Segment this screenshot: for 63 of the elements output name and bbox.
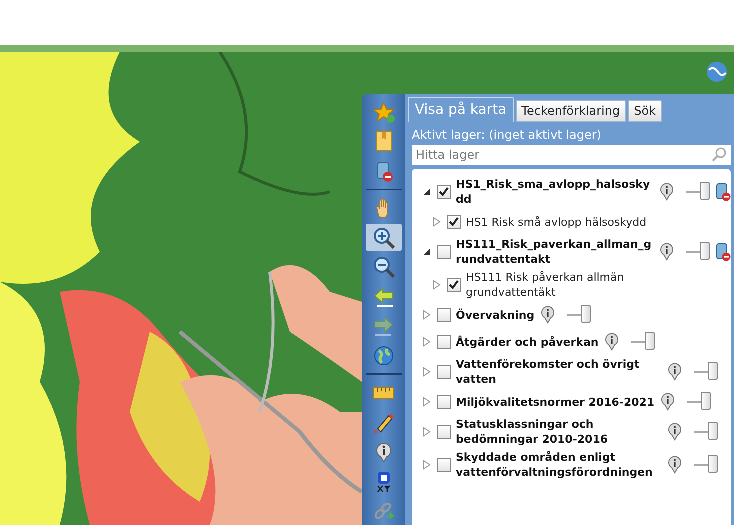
opacity-slider[interactable] [694, 455, 718, 475]
layer-checkbox[interactable] [437, 395, 451, 409]
layer-checkbox[interactable] [447, 278, 461, 292]
layer-name: HS111_Risk_paverkan_allman_grundvattentakt [456, 237, 653, 267]
layer-name: Åtgärder och påverkan [456, 334, 599, 350]
opacity-slider[interactable] [694, 422, 718, 442]
expand-triangle-icon[interactable] [422, 367, 432, 377]
expand-triangle-icon[interactable] [432, 280, 442, 290]
expand-triangle-icon[interactable] [422, 397, 432, 407]
info-icon[interactable] [659, 183, 675, 201]
opacity-slider[interactable] [686, 182, 710, 202]
slider-thumb[interactable] [700, 392, 711, 410]
slider-thumb[interactable] [708, 362, 718, 380]
expand-triangle-icon[interactable] [422, 337, 432, 347]
layer-checkbox[interactable] [437, 365, 451, 379]
zoom-in-icon[interactable] [366, 224, 402, 252]
layer-checkbox[interactable] [437, 458, 451, 472]
search-field[interactable]: Hitta lager [412, 145, 731, 165]
slider-thumb[interactable] [708, 422, 718, 440]
layer-name: Skyddade områden enligt vattenförvaltningsförordningen [456, 450, 654, 480]
layer-name: Statusklassningar och bedömningar 2010-2016 [456, 417, 610, 447]
slider-thumb[interactable] [708, 455, 718, 473]
slider-thumb[interactable] [644, 332, 655, 350]
opacity-slider[interactable] [686, 242, 710, 262]
info-icon[interactable] [660, 393, 676, 411]
active-layer-label: Aktivt lager: (inget aktivt lager) [412, 128, 602, 142]
layer-checkbox[interactable] [447, 215, 461, 229]
opacity-slider[interactable] [686, 392, 711, 412]
layer-name: Miljökvalitetsnormer 2016-2021 [456, 394, 655, 410]
remove-layer-icon[interactable] [715, 242, 731, 262]
collapse-triangle-icon[interactable] [422, 247, 432, 257]
search-icon[interactable] [711, 147, 727, 163]
collapse-triangle-icon[interactable] [422, 187, 432, 197]
layer-checkbox[interactable] [437, 425, 451, 439]
layer-name: Övervakning [456, 308, 535, 322]
opacity-slider[interactable] [566, 305, 591, 325]
layer-name: HS1_Risk_sma_avlopp_halsoskydd [456, 177, 652, 207]
tab[interactable]: Teckenförklaring [516, 100, 626, 122]
sublayer-name: HS111 Risk påverkan allmän grundvattentäkt [466, 270, 626, 300]
layer-checkbox[interactable] [437, 245, 451, 259]
tab[interactable]: Sök [628, 100, 662, 122]
opacity-slider[interactable] [630, 332, 655, 352]
opacity-slider[interactable] [694, 362, 718, 382]
expand-triangle-icon[interactable] [422, 427, 432, 437]
info-icon[interactable] [667, 456, 683, 474]
sublayer-name: HS1 Risk små avlopp hälsoskydd [466, 214, 647, 230]
info-icon[interactable] [604, 333, 620, 351]
info-icon[interactable] [540, 306, 556, 324]
layer-checkbox[interactable] [437, 185, 451, 199]
layer-name: Vattenförekomster och övrigt vatten [456, 357, 641, 387]
layer-checkbox[interactable] [437, 335, 451, 349]
slider-thumb[interactable] [580, 305, 591, 323]
slider-thumb[interactable] [700, 242, 710, 260]
slider-thumb[interactable] [700, 182, 710, 200]
expand-triangle-icon[interactable] [422, 460, 432, 470]
info-icon[interactable] [667, 423, 683, 441]
layer-checkbox[interactable] [437, 308, 451, 322]
expand-triangle-icon[interactable] [432, 217, 442, 227]
globe-logo-icon [704, 60, 730, 84]
expand-triangle-icon[interactable] [422, 310, 432, 320]
info-icon[interactable] [659, 243, 675, 261]
remove-layer-icon[interactable] [715, 182, 731, 202]
info-icon[interactable] [667, 363, 683, 381]
